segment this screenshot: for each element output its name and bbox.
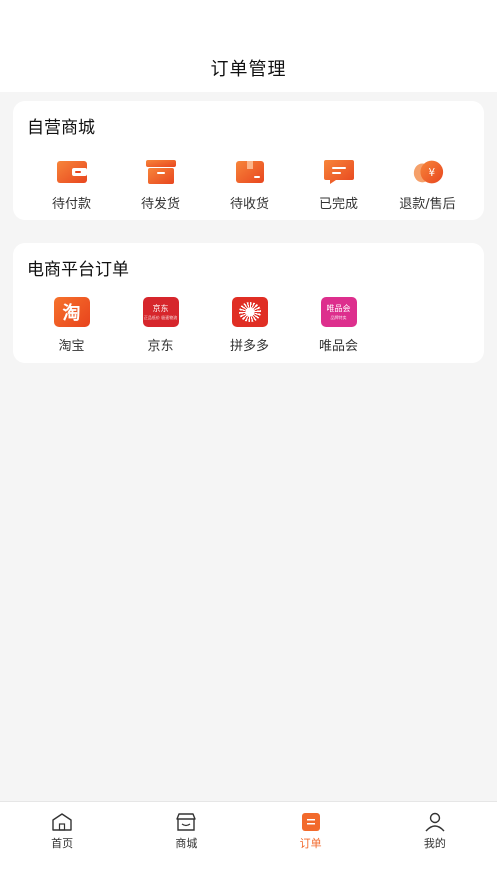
order-icon xyxy=(300,812,322,832)
box-icon xyxy=(144,157,178,187)
wallet-icon xyxy=(55,157,89,187)
tab-mall[interactable]: 商城 xyxy=(124,802,248,883)
tab-orders[interactable]: 订单 xyxy=(249,802,373,883)
taobao-logo-text: 淘 xyxy=(62,303,81,324)
bottom-tab-bar: 首页 商城 订单 我的 xyxy=(0,801,497,883)
taobao-label: 淘宝 xyxy=(58,339,85,354)
pending-receipt-button[interactable]: 待收货 xyxy=(205,157,294,212)
heart-icon xyxy=(238,302,261,322)
refund-aftersale-button[interactable]: ¥ 退款/售后 xyxy=(383,157,472,212)
platform-orders-title: 电商平台订单 xyxy=(27,260,129,280)
tab-orders-label: 订单 xyxy=(299,837,322,850)
pending-payment-button[interactable]: 待付款 xyxy=(27,157,116,212)
pending-receipt-label: 待收货 xyxy=(229,197,269,212)
completed-label: 已完成 xyxy=(318,197,358,212)
pinduoduo-button[interactable]: 拼多多 xyxy=(205,297,294,354)
jd-logo: 京东 正品低价 极速物流 xyxy=(142,297,179,327)
vipshop-logo-subtext: 品牌特卖 xyxy=(330,315,347,320)
svg-text:¥: ¥ xyxy=(428,167,435,179)
package-icon xyxy=(233,157,267,187)
own-mall-order-status-row: 待付款 待发货 待收货 已完成 ¥ 退款/售后 xyxy=(13,157,484,212)
tab-home-label: 首页 xyxy=(51,837,74,850)
store-icon xyxy=(175,812,197,832)
page-title: 订单管理 xyxy=(210,59,287,80)
tab-mine-label: 我的 xyxy=(423,837,446,850)
pending-shipment-button[interactable]: 待发货 xyxy=(116,157,205,212)
tab-mall-label: 商城 xyxy=(175,837,198,850)
own-mall-card: 自营商城 待付款 待发货 待收货 已完成 ¥ 退款/售后 xyxy=(13,101,484,220)
user-icon xyxy=(424,812,446,832)
refund-aftersale-label: 退款/售后 xyxy=(399,197,456,212)
vipshop-logo-text: 唯品会 xyxy=(326,304,351,313)
jd-button[interactable]: 京东 正品低价 极速物流 京东 xyxy=(116,297,205,354)
pinduoduo-label: 拼多多 xyxy=(229,339,269,354)
taobao-button[interactable]: 淘 淘宝 xyxy=(27,297,116,354)
jd-logo-text: 京东 xyxy=(152,304,169,313)
own-mall-title: 自营商城 xyxy=(27,118,95,138)
pending-payment-label: 待付款 xyxy=(51,197,91,212)
jd-label: 京东 xyxy=(147,339,174,354)
platform-row: 淘 淘宝 京东 正品低价 极速物流 京东 拼多多 唯品会 品牌特卖 唯品会 xyxy=(13,297,484,354)
vipshop-button[interactable]: 唯品会 品牌特卖 唯品会 xyxy=(294,297,383,354)
pending-shipment-label: 待发货 xyxy=(140,197,180,212)
message-icon xyxy=(322,157,356,187)
jd-logo-subtext: 正品低价 极速物流 xyxy=(143,315,178,320)
status-bar xyxy=(0,0,497,44)
vipshop-logo: 唯品会 品牌特卖 xyxy=(320,297,357,327)
header: 订单管理 xyxy=(0,44,497,92)
home-icon xyxy=(51,812,73,832)
tab-mine[interactable]: 我的 xyxy=(373,802,497,883)
pinduoduo-logo xyxy=(231,297,268,327)
platform-orders-card: 电商平台订单 淘 淘宝 京东 正品低价 极速物流 京东 拼多多 唯品会 品牌特卖… xyxy=(13,243,484,363)
tab-home[interactable]: 首页 xyxy=(0,802,124,883)
vipshop-label: 唯品会 xyxy=(318,339,358,354)
taobao-logo: 淘 xyxy=(53,297,90,327)
refund-icon: ¥ xyxy=(411,157,445,187)
completed-button[interactable]: 已完成 xyxy=(294,157,383,212)
